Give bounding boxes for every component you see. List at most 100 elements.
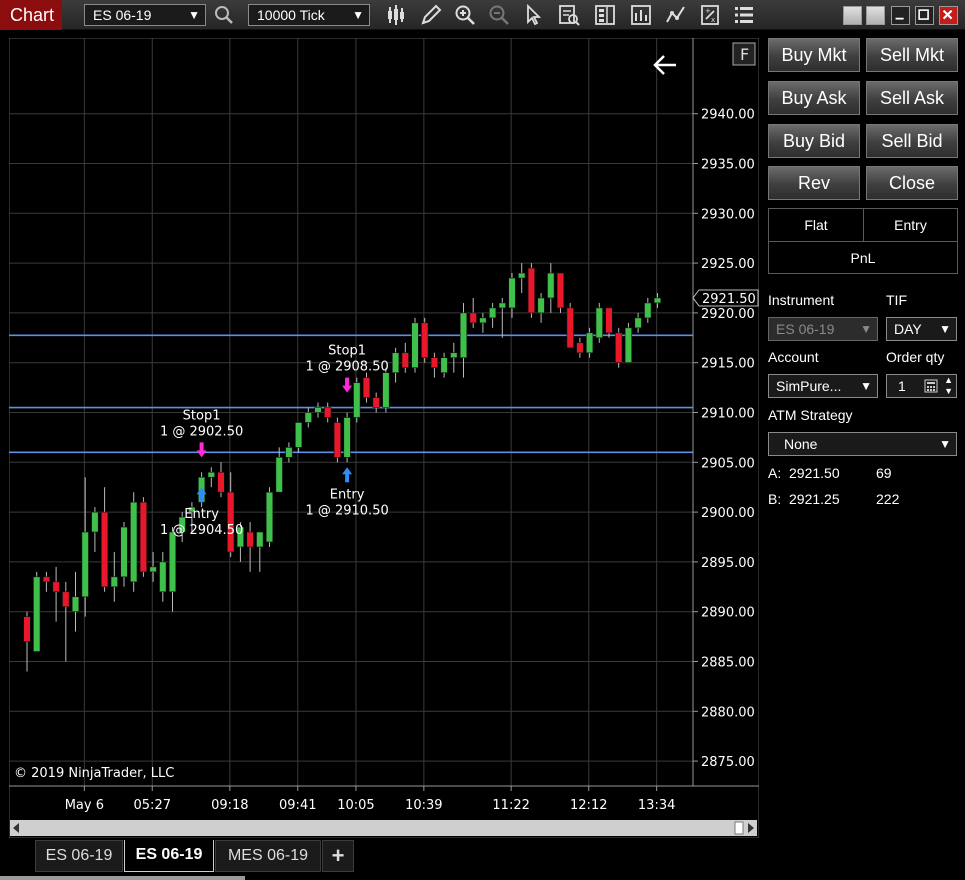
stepper-up-icon[interactable]: ▲ [944,375,953,385]
candle-body [508,277,516,309]
chevron-down-icon: ▼ [860,322,872,336]
candle-body [605,307,613,334]
templates-icon[interactable]: + x [698,3,722,27]
pointer-icon[interactable] [521,3,545,27]
instrument-select[interactable]: ES 06-19 ▼ [768,317,878,341]
chart-trader-icon[interactable] [593,3,617,27]
candle-body [217,471,225,493]
candle-body [23,616,31,642]
close-position-button[interactable]: Close [866,166,958,200]
account-select[interactable]: SimPure... ▼ [768,374,878,398]
window-title: Chart [0,0,62,30]
y-tick-label: 2930.00 [701,207,755,222]
candle-body [333,422,342,458]
candle-body [450,352,458,359]
atm-strategy-label: ATM Strategy [768,407,853,423]
annotation-name: Stop1 [183,408,221,423]
search-icon[interactable] [212,3,236,27]
candle [595,302,603,343]
annotation-label: 1 @ 2910.50 [305,503,388,518]
candle-body [518,272,526,279]
sell-ask-button[interactable]: Sell Ask [866,81,958,115]
candle-body [411,322,419,368]
x-tick-label: 12:12 [570,798,607,813]
sell-market-button[interactable]: Sell Mkt [866,38,958,72]
candle-body [324,407,332,418]
scroll-thumb[interactable] [734,821,744,835]
x-tick-label: 09:18 [211,798,248,813]
ask-label: A: [768,465,782,481]
candle [566,302,574,349]
candle [139,497,148,577]
menu-icon[interactable] [732,3,756,27]
atm-strategy-select[interactable]: None ▼ [768,432,957,456]
pencil-icon[interactable] [419,3,443,27]
buy-bid-button[interactable]: Buy Bid [768,124,860,158]
instrument-selector[interactable]: ES 06-19 ▼ [84,4,206,26]
annotation-label: 1 @ 2902.50 [160,424,243,439]
add-tab-button[interactable]: + [322,840,354,872]
buy-ask-button[interactable]: Buy Ask [768,81,860,115]
y-tick-label: 2925.00 [701,257,755,272]
x-tick-label: 11:22 [492,798,529,813]
maximize-button[interactable] [915,6,934,25]
candle-body [42,576,50,583]
stepper-down-icon[interactable]: ▼ [944,386,953,396]
close-window-button[interactable] [939,6,958,25]
candle [120,522,128,587]
chevron-down-icon: ▼ [352,8,364,22]
calculator-icon[interactable] [924,379,938,393]
chart-canvas[interactable]: Stop11 @ 2902.50Entry1 @ 2904.50Stop11 @… [9,38,759,838]
candle-body [62,591,70,608]
reverse-button[interactable]: Rev [768,166,860,200]
candle [556,272,565,313]
zoom-in-icon[interactable] [453,3,477,27]
horizontal-scrollbar[interactable] [10,820,757,836]
indicators-icon[interactable] [629,3,653,27]
zoom-out-icon[interactable] [487,3,511,27]
link-color-button-2[interactable] [866,6,885,25]
y-tick-label: 2900.00 [701,506,755,521]
annotation-label: 1 @ 2904.50 [160,523,243,538]
tif-select[interactable]: DAY ▼ [886,317,957,341]
ask-price: 2921.50 [789,465,840,481]
svg-text:+: + [705,7,711,15]
candlestick-icon[interactable] [385,3,409,27]
tab-es-06-19-active[interactable]: ES 06-19 [124,840,214,872]
candle-body [101,511,109,588]
y-tick-label: 2905.00 [701,456,755,471]
account-select-value: SimPure... [776,378,842,394]
y-tick-label: 2935.00 [701,158,755,173]
link-color-button[interactable] [843,6,862,25]
candle-body [556,272,565,309]
candle-body [265,491,274,543]
last-price-marker: 2921.50 [692,289,759,307]
account-label: Account [768,349,819,365]
interval-selector[interactable]: 10000 Tick ▼ [248,4,370,26]
maximize-icon [918,9,929,20]
tif-label: TIF [886,292,907,308]
strategies-icon[interactable] [664,3,688,27]
candle-body [294,422,303,448]
sell-bid-button[interactable]: Sell Bid [866,124,958,158]
candle-body [624,327,632,363]
annotation-name: Entry [184,507,219,522]
y-tick-label: 2920.00 [701,307,755,322]
candle-body [275,457,283,493]
order-qty-stepper[interactable]: 1 ▲ ▼ [886,374,957,398]
chevron-down-icon: ▼ [860,379,872,393]
position-status: Flat [804,217,828,233]
y-tick-label: 2885.00 [701,656,755,671]
buy-market-button[interactable]: Buy Mkt [768,38,860,72]
minimize-button[interactable] [891,6,910,25]
price-chart[interactable]: Stop1 1 @ 2902.50 Entry 1 @ 2904.50 Stop1 1 @… [9,38,759,838]
tab-mes-06-19[interactable]: MES 06-19 [215,840,321,872]
tab-es-06-19-first[interactable]: ES 06-19 [35,840,123,872]
candle [33,571,41,652]
annotation-label: 1 @ 2908.50 [305,360,388,375]
data-box-icon[interactable] [557,3,581,27]
candle-body [644,302,652,319]
y-tick-label: 2880.00 [701,705,755,720]
flag-label: F [740,45,749,64]
candle-body [139,501,148,573]
